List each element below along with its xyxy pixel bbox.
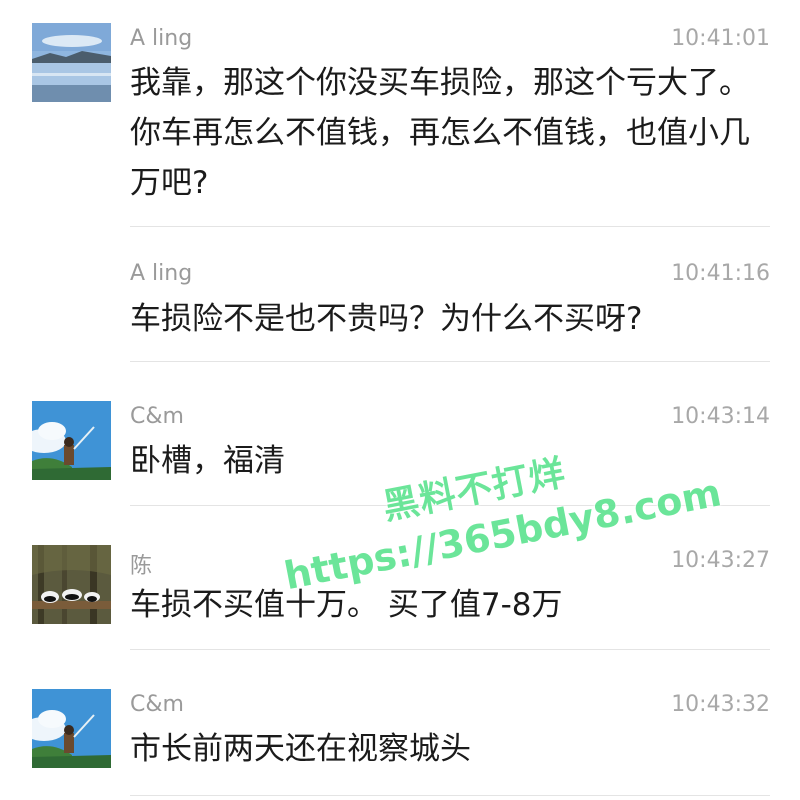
message-text: 我靠，那这个你没买车损险，那这个亏大了。你车再怎么不值钱，再怎么不值钱，也值小几…	[130, 65, 750, 201]
sender-name: A ling	[130, 261, 193, 286]
avatar[interactable]	[32, 401, 111, 480]
divider	[130, 505, 770, 506]
timestamp: 10:43:14	[671, 404, 770, 429]
message-text: 车损险不是也不贵吗？为什么不买呀?	[130, 301, 643, 337]
timestamp: 10:41:16	[671, 261, 770, 286]
message-text: 车损不买值十万。 买了值7-8万	[130, 587, 563, 623]
divider	[130, 226, 770, 227]
timestamp: 10:43:32	[671, 692, 770, 717]
sender-name: A ling	[130, 26, 193, 51]
avatar[interactable]	[32, 689, 111, 768]
timestamp: 10:43:27	[671, 548, 770, 573]
divider	[130, 649, 770, 650]
divider	[130, 361, 770, 362]
timestamp: 10:41:01	[671, 26, 770, 51]
sender-name: C&m	[130, 404, 184, 429]
avatar[interactable]	[32, 23, 111, 102]
message-text: 市长前两天还在视察城头	[130, 731, 471, 767]
avatar[interactable]	[32, 545, 111, 624]
sender-name: 陈	[130, 554, 153, 579]
message-text: 卧槽，福清	[130, 443, 285, 479]
sender-name: C&m	[130, 692, 184, 717]
divider	[130, 795, 770, 796]
watermark-url: https://365bdy8.com	[280, 470, 725, 599]
